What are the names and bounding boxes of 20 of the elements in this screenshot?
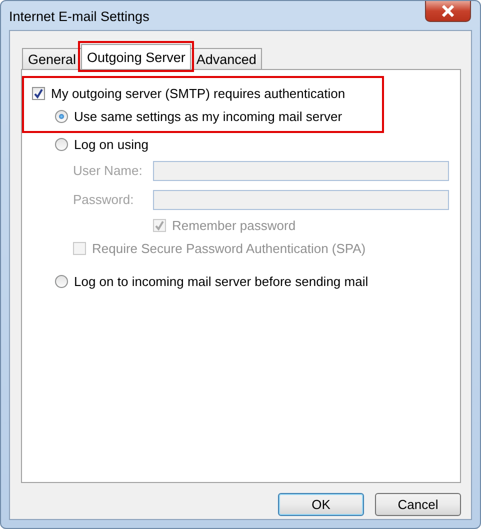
field-label: User Name:	[73, 163, 144, 178]
tab[interactable]: General	[22, 48, 82, 69]
close-button[interactable]	[425, 1, 471, 22]
radio-label: Use same settings as my incoming mail server	[74, 109, 342, 124]
field-label: Password:	[73, 192, 135, 207]
tab[interactable]: Outgoing Server	[81, 44, 192, 69]
radio-button[interactable]	[55, 275, 68, 288]
window-title: Internet E-mail Settings	[9, 9, 150, 24]
checkbox-label: Require Secure Password Authentication (SPA)	[92, 241, 366, 256]
ok-button[interactable]: OK	[278, 493, 364, 516]
radio-label: Log on to incoming mail server before sending mail	[74, 274, 368, 289]
radio-label: Log on using	[74, 137, 148, 152]
cancel-button[interactable]: Cancel	[375, 493, 461, 516]
close-icon	[441, 5, 455, 17]
checkbox[interactable]	[32, 87, 45, 100]
checkbox-label: My outgoing server (SMTP) requires authentication	[51, 86, 346, 101]
radio-button[interactable]	[55, 138, 68, 151]
radio-button[interactable]	[55, 110, 68, 123]
tab[interactable]: Advanced	[190, 48, 262, 69]
checkbox-label: Remember password	[172, 218, 296, 233]
